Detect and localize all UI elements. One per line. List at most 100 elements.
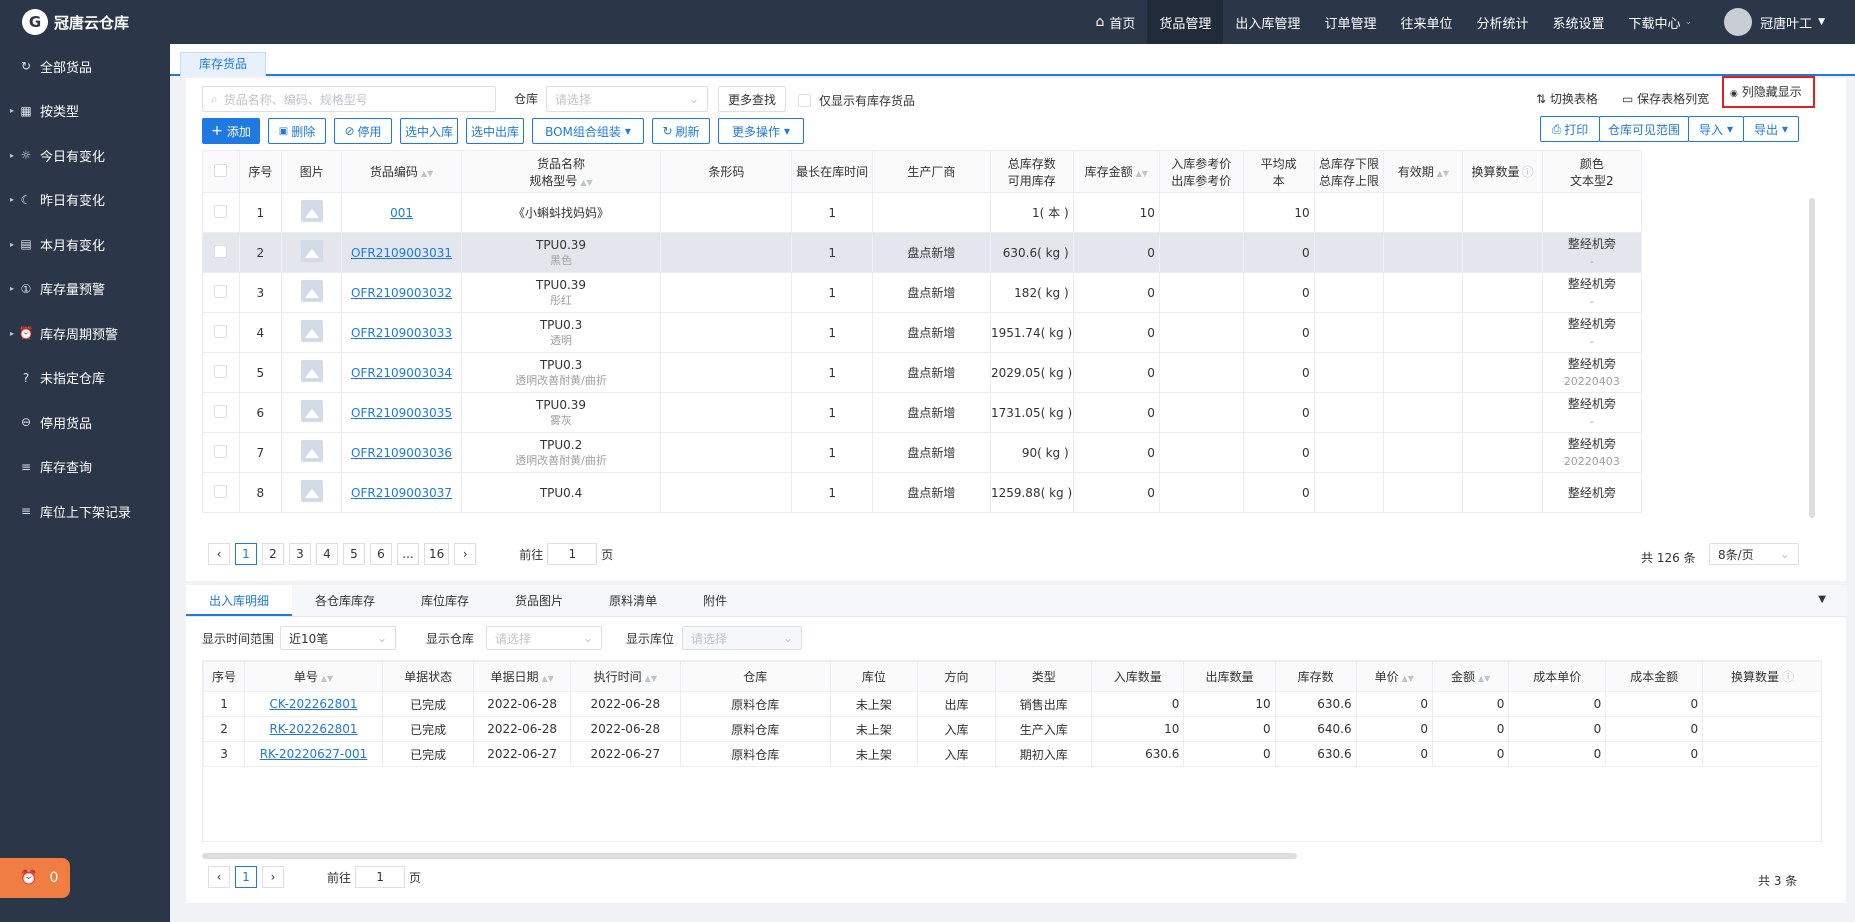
cell-image[interactable] <box>281 472 343 513</box>
row-checkbox[interactable] <box>214 324 228 338</box>
order-number-link[interactable]: CK-202262801 <box>269 697 357 711</box>
warehouse-filter-select[interactable]: 请选择 ⌄ <box>486 626 602 650</box>
page-button[interactable]: 2 <box>262 543 284 565</box>
goto-page-input[interactable]: 1 <box>355 866 406 888</box>
row-checkbox[interactable] <box>214 404 228 418</box>
table-row[interactable]: 3 OFR2109003032 TPU0.39 彤红 1 盘点新增 182( kg ) 0 0 整… <box>202 272 1643 313</box>
select-all-checkbox[interactable] <box>214 163 228 177</box>
detail-tab[interactable]: 库位库存 <box>398 585 492 616</box>
sidebar-item[interactable]: ▸ ① 库存量预警 <box>0 267 170 312</box>
collapse-icon[interactable]: ▼ <box>1818 594 1826 605</box>
stock-in-button[interactable]: 选中入库 <box>400 118 458 144</box>
next-page-button[interactable]: › <box>454 543 477 565</box>
sidebar-item[interactable]: ▸ ☼ 今日有变化 <box>0 133 170 178</box>
warehouse-select[interactable]: 请选择 ⌄ <box>546 86 708 112</box>
detail-col-header[interactable]: 执行时间 ▲▼ <box>570 661 681 692</box>
detail-row[interactable]: 3 RK-20220627-001 已完成 2022-06-27 2022-06-27 原… <box>203 741 1821 767</box>
cell-code[interactable]: OFR2109003037 <box>341 472 462 513</box>
sort-icon[interactable]: ▲▼ <box>321 674 333 683</box>
sidebar-item[interactable]: ▸ ▤ 本月有变化 <box>0 222 170 267</box>
table-row[interactable]: 6 OFR2109003035 TPU0.39 雾灰 1 盘点新增 1731.05( kg … <box>202 392 1643 433</box>
row-select-cell[interactable] <box>202 432 240 473</box>
order-number-link[interactable]: RK-202262801 <box>270 722 358 736</box>
range-select[interactable]: 近10笔 ⌄ <box>280 626 396 650</box>
detail-cell[interactable]: RK-20220627-001 <box>244 741 383 767</box>
page-button[interactable]: 1 <box>235 543 257 565</box>
sort-icon[interactable]: ▲▼ <box>1478 674 1490 683</box>
delete-button[interactable]: ▣ 删除 <box>268 118 326 144</box>
sort-icon[interactable]: ▲▼ <box>1402 674 1414 683</box>
detail-tab[interactable]: 附件 <box>680 585 750 616</box>
goods-code-link[interactable]: 001 <box>390 206 413 220</box>
image-placeholder-icon[interactable] <box>300 200 323 222</box>
refresh-button[interactable]: ↻ 刷新 <box>652 118 710 144</box>
logo[interactable]: G 冠唐云仓库 <box>0 0 170 44</box>
detail-tab[interactable]: 原料清单 <box>586 585 680 616</box>
row-select-cell[interactable] <box>202 352 240 393</box>
page-button[interactable]: 16 <box>424 543 450 565</box>
col-valid[interactable]: 有效期 ▲▼ <box>1383 150 1464 193</box>
table-row[interactable]: 5 OFR2109003034 TPU0.3 透明改善耐黄/曲折 1 盘点新增 2029.0… <box>202 352 1643 393</box>
more-ops-button[interactable]: 更多操作 ▾ <box>718 118 804 144</box>
cell-code[interactable]: OFR2109003034 <box>341 352 462 393</box>
sidebar-item[interactable]: ↻ 全部货品 <box>0 44 170 89</box>
location-filter-select[interactable]: 请选择 ⌄ <box>682 626 802 650</box>
stock-out-button[interactable]: 选中出库 <box>466 118 524 144</box>
goods-code-link[interactable]: OFR2109003032 <box>351 286 452 300</box>
image-placeholder-icon[interactable] <box>300 360 323 382</box>
alarm-button[interactable]: ⏰ 0 <box>0 858 70 898</box>
image-placeholder-icon[interactable] <box>300 440 323 462</box>
cell-image[interactable] <box>281 192 343 233</box>
col-amount[interactable]: 库存金额 ▲▼ <box>1072 150 1160 193</box>
cell-code[interactable]: OFR2109003033 <box>341 312 462 353</box>
visible-range-button[interactable]: 仓库可见范围 <box>1599 116 1689 142</box>
image-placeholder-icon[interactable] <box>300 240 323 262</box>
image-placeholder-icon[interactable] <box>300 400 323 422</box>
switch-table-button[interactable]: ⇅ 切换表格 <box>1536 86 1598 112</box>
only-stock-checkbox[interactable] <box>798 94 811 107</box>
page-button[interactable]: ... <box>397 543 419 565</box>
goods-code-link[interactable]: OFR2109003031 <box>351 246 452 260</box>
goods-code-link[interactable]: OFR2109003034 <box>351 366 452 380</box>
row-checkbox[interactable] <box>214 444 228 458</box>
row-checkbox[interactable] <box>214 484 228 498</box>
col-avg-cost[interactable]: 平均成本 <box>1242 150 1315 193</box>
detail-row[interactable]: 2 RK-202262801 已完成 2022-06-28 2022-06-28 原料仓库… <box>203 716 1821 742</box>
nav-item[interactable]: ⌂ 首页 <box>1084 0 1148 44</box>
page-button[interactable]: 4 <box>316 543 338 565</box>
col-code[interactable]: 货品编码 ▲▼ <box>341 150 462 193</box>
sidebar-item[interactable]: ▸ ▦ 按类型 <box>0 89 170 134</box>
detail-col-header[interactable]: 金额 ▲▼ <box>1431 661 1510 692</box>
save-widths-button[interactable]: ▭ 保存表格列宽 <box>1622 86 1709 112</box>
goods-code-link[interactable]: OFR2109003036 <box>351 446 452 460</box>
detail-cell[interactable]: CK-202262801 <box>244 691 383 717</box>
col-stock[interactable]: 总库存数 可用库存 <box>989 150 1074 193</box>
sort-icon[interactable]: ▲▼ <box>580 178 592 187</box>
cell-image[interactable] <box>281 352 343 393</box>
row-select-cell[interactable] <box>202 472 240 513</box>
sort-icon[interactable]: ▲▼ <box>1136 169 1148 178</box>
nav-item[interactable]: 下载中心 ⌄ <box>1617 0 1705 44</box>
detail-cell[interactable]: RK-202262801 <box>244 716 383 742</box>
image-placeholder-icon[interactable] <box>300 320 323 342</box>
bom-button[interactable]: BOM组合组装 ▾ <box>532 118 644 144</box>
row-select-cell[interactable] <box>202 192 240 233</box>
export-button[interactable]: 导出 ▾ <box>1743 116 1799 142</box>
row-checkbox[interactable] <box>214 204 228 218</box>
row-select-cell[interactable] <box>202 232 240 273</box>
table-row[interactable]: 8 OFR2109003037 TPU0.4 1 盘点新增 1259.88( kg ) 0 0… <box>202 472 1643 513</box>
sort-icon[interactable]: ▲▼ <box>1437 169 1449 178</box>
col-name[interactable]: 货品名称 规格型号 ▲▼ <box>460 150 662 193</box>
image-placeholder-icon[interactable] <box>300 480 323 502</box>
page-button[interactable]: 6 <box>370 543 392 565</box>
cell-image[interactable] <box>281 272 343 313</box>
image-placeholder-icon[interactable] <box>300 280 323 302</box>
sort-icon[interactable]: ▲▼ <box>421 169 433 178</box>
row-select-cell[interactable] <box>202 312 240 353</box>
add-button[interactable]: + 添加 <box>202 118 260 144</box>
cell-code[interactable]: OFR2109003032 <box>341 272 462 313</box>
cell-code[interactable]: OFR2109003036 <box>341 432 462 473</box>
cell-image[interactable] <box>281 232 343 273</box>
sidebar-item[interactable]: ▸ ☾ 昨日有变化 <box>0 178 170 223</box>
row-checkbox[interactable] <box>214 244 228 258</box>
